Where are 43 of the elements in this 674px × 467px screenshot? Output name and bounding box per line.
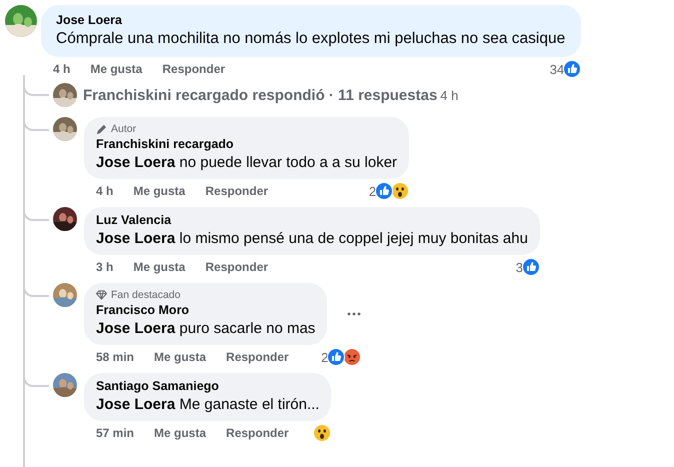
surprised-face-icon	[313, 424, 332, 442]
timestamp[interactable]: 4 h	[53, 62, 70, 76]
diamond-icon	[96, 290, 107, 300]
like-link[interactable]: Me gusta	[154, 350, 206, 364]
like-icon	[375, 182, 394, 200]
author-name[interactable]: Santiago Samaniego	[96, 378, 320, 395]
like-icon	[522, 258, 540, 276]
timestamp[interactable]: 4 h	[96, 184, 114, 198]
reply-link[interactable]: Responder	[162, 62, 226, 76]
like-link[interactable]: Me gusta	[154, 426, 206, 440]
timestamp[interactable]: 3 h	[96, 260, 114, 274]
reply-link[interactable]: Responder	[226, 426, 289, 440]
like-icon	[563, 60, 582, 78]
timestamp[interactable]: 58 min	[96, 350, 134, 364]
replies-link[interactable]: Franchiskini recargado respondió · 11 respuestas	[83, 86, 438, 104]
author-name[interactable]: Francisco Moro	[96, 302, 316, 319]
author-name[interactable]: Jose Loera	[56, 12, 566, 29]
comment-text: Cómprale una mochilita no nomás lo explotes mi peluchas no sea casique	[56, 29, 566, 49]
reply-link[interactable]: Responder	[205, 184, 268, 198]
comment-text: Jose Loera puro sacarle no mas	[96, 319, 316, 339]
surprised-face-icon	[391, 182, 410, 200]
pencil-icon	[96, 124, 107, 134]
like-link[interactable]: Me gusta	[133, 260, 186, 274]
comment-text: Jose Loera Me ganaste el tirón...	[96, 395, 320, 415]
more-options-icon[interactable]	[347, 312, 362, 316]
reply-link[interactable]: Responder	[226, 350, 289, 364]
angry-face-icon	[343, 348, 362, 366]
like-link[interactable]: Me gusta	[90, 62, 142, 76]
reaction-count[interactable]: 3	[516, 260, 523, 274]
author-name[interactable]: Luz Valencia	[96, 212, 528, 229]
comment-text: Jose Loera no puede llevar todo a a su loker	[96, 153, 398, 173]
timestamp[interactable]: 57 min	[96, 426, 134, 440]
timestamp: 4 h	[440, 88, 458, 102]
like-icon	[327, 348, 346, 366]
reaction-count[interactable]: 34	[550, 62, 564, 76]
badge-label: Autor	[111, 122, 136, 136]
badge-label: Fan destacado	[111, 288, 180, 302]
reaction-count[interactable]: 2	[368, 184, 376, 198]
author-name[interactable]: Franchiskini recargado	[96, 136, 398, 153]
reaction-count[interactable]: 2	[321, 350, 328, 364]
comment-text: Jose Loera lo mismo pensé una de coppel jejej muy bonitas ahu	[96, 229, 528, 249]
like-link[interactable]: Me gusta	[133, 184, 186, 198]
reply-link[interactable]: Responder	[205, 260, 268, 274]
